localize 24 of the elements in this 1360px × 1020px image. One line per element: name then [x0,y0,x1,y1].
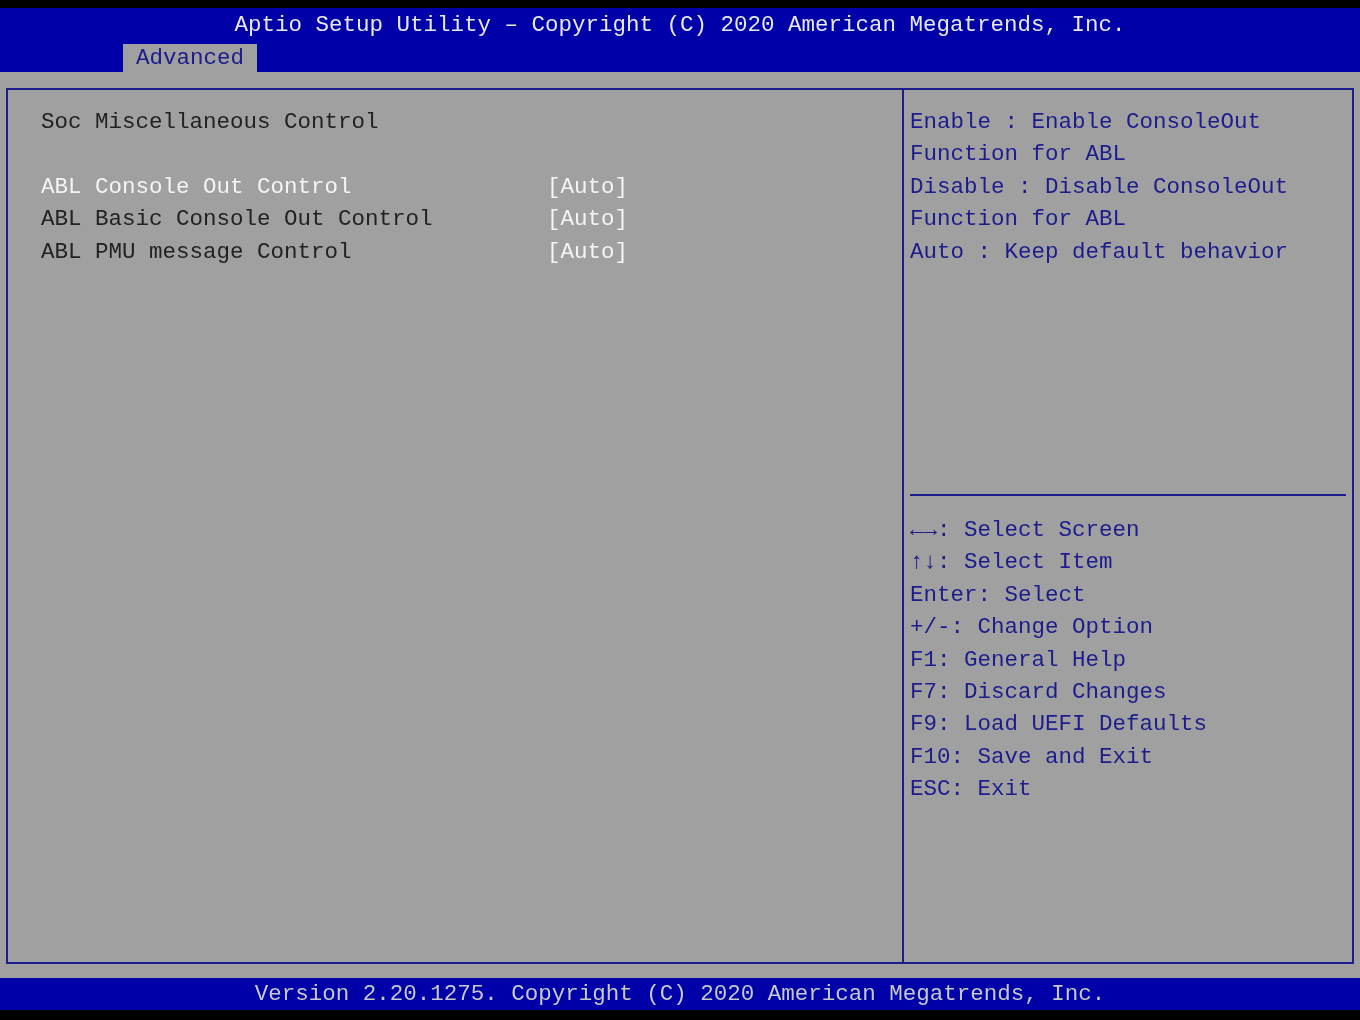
help-text: Function for ABL [910,205,1128,235]
setting-value[interactable]: [Auto] [547,170,628,204]
help-text: Enable : Enable ConsoleOut [910,108,1263,137]
setting-value[interactable]: [Auto] [547,203,628,236]
version-text: Version 2.20.1275. Copyright (C) 2020 American Megatrends, Inc. [254,981,1106,1007]
setting-label[interactable]: ABL Console Out Control [41,170,547,204]
key-hint: F1: General Help [910,645,1128,675]
key-hint: F7: Discard Changes [910,678,1168,708]
setting-label[interactable]: ABL Basic Console Out Control [41,203,547,236]
key-hint: +/-: Change Option [910,613,1155,643]
help-text: Function for ABL [910,140,1128,170]
key-hint: Enter: Select [910,580,1087,610]
key-hint: ESC: Exit [910,775,1033,805]
help-text: Disable : Disable ConsoleOut [910,172,1290,202]
key-hint: F10: Save and Exit [910,742,1155,772]
key-hint: ↑↓: Select Item [910,548,1114,578]
key-hint: F9: Load UEFI Defaults [910,710,1209,740]
help-text: Auto : Keep default behavior [910,237,1290,267]
window-title: Aptio Setup Utility – Copyright (C) 2020 American Megatrends, Inc. [234,11,1126,40]
tab[interactable]: Advanced [123,44,258,72]
key-hint: ←→: Select Screen [910,516,1141,545]
setting-value[interactable]: [Auto] [547,235,628,269]
section-heading: Soc Miscellaneous Control [41,108,380,137]
setting-label[interactable]: ABL PMU message Control [41,235,547,269]
